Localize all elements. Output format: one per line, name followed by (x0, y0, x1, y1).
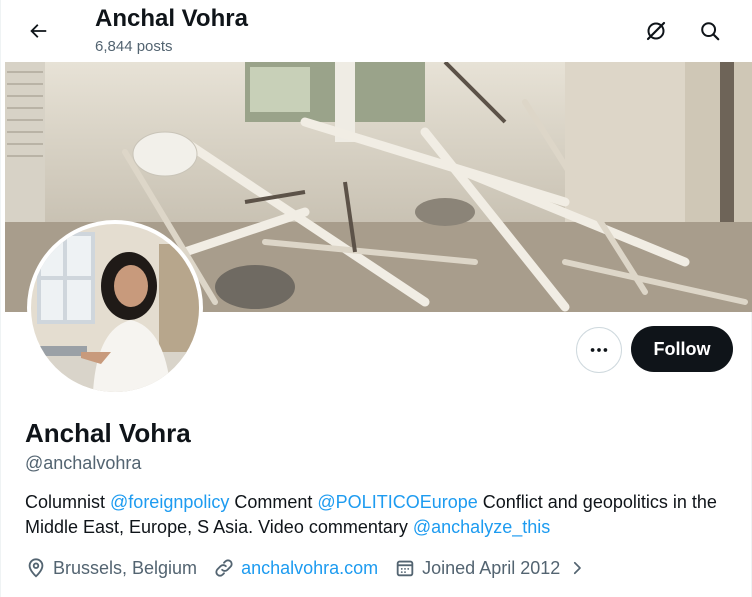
expand-details-button[interactable] (568, 558, 586, 578)
location-item: Brussels, Belgium (25, 557, 197, 579)
more-icon (590, 348, 608, 352)
profile-page: Anchal Vohra 6,844 posts Follow Anchal V… (0, 0, 752, 597)
display-name: Anchal Vohra (25, 418, 191, 448)
mention-link[interactable]: @foreignpolicy (110, 492, 229, 512)
bio-text: Columnist (25, 492, 111, 512)
grok-icon (646, 21, 666, 41)
joined-item: Joined April 2012 (394, 557, 560, 579)
follow-button[interactable]: Follow (631, 326, 733, 372)
profile-header: Anchal Vohra 6,844 posts (1, 0, 752, 62)
location-text: Brussels, Belgium (53, 557, 198, 578)
website-item[interactable]: anchalvohra.com (213, 557, 378, 579)
profile-bio: Columnist @foreignpolicy Comment @POLITI… (25, 490, 737, 540)
link-icon (215, 559, 233, 577)
user-handle: @anchalvohra (25, 453, 142, 473)
profile-meta: Brussels, Belgium anchalvohra.com Joined… (25, 556, 586, 580)
chevron-right-icon (574, 561, 582, 575)
search-icon (701, 22, 720, 41)
header-title: Anchal Vohra (95, 5, 248, 32)
back-button[interactable] (19, 12, 57, 50)
joined-text: Joined April 2012 (422, 557, 561, 578)
avatar[interactable] (27, 220, 203, 396)
avatar-image (31, 224, 199, 392)
arrow-left-icon (30, 24, 47, 38)
search-button[interactable] (691, 12, 729, 50)
more-button[interactable] (576, 327, 622, 373)
location-pin-icon (28, 558, 44, 578)
mention-link[interactable]: @anchalyze_this (413, 517, 550, 537)
grok-button[interactable] (637, 12, 675, 50)
website-link[interactable]: anchalvohra.com (241, 558, 378, 579)
post-count: 6,844 posts (95, 38, 173, 55)
mention-link[interactable]: @POLITICOEurope (317, 492, 477, 512)
bio-text: Comment (229, 492, 318, 512)
calendar-icon (396, 560, 414, 577)
